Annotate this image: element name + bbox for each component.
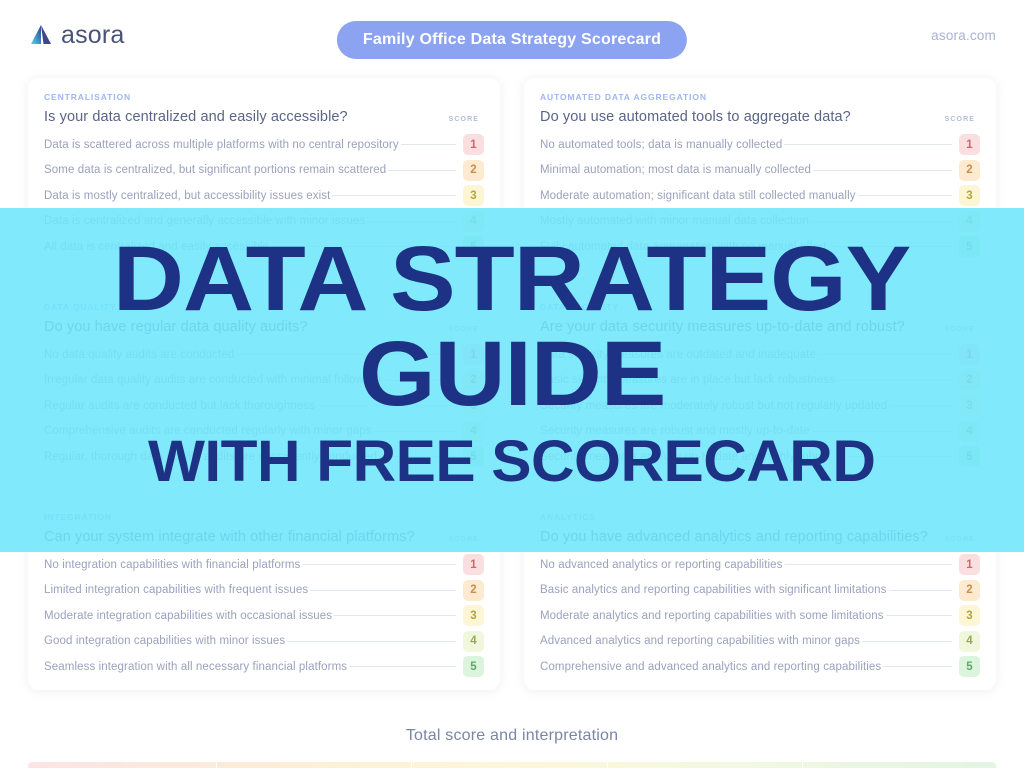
card-question: Is your data centralized and easily acce… xyxy=(44,109,348,125)
option-leader-line xyxy=(888,589,952,591)
scorecard-option-row[interactable]: Basic analytics and reporting capabiliti… xyxy=(540,578,980,604)
option-text: Comprehensive and advanced analytics and… xyxy=(540,660,882,673)
option-score-badge[interactable]: 2 xyxy=(463,579,484,601)
option-score-badge[interactable]: 2 xyxy=(463,159,484,181)
option-score-badge[interactable]: 5 xyxy=(463,656,484,678)
page-header: asora Family Office Data Strategy Scorec… xyxy=(0,0,1024,70)
scorecard-option-row[interactable]: Moderate integration capabilities with o… xyxy=(44,603,484,629)
brand-logo[interactable]: asora xyxy=(28,22,125,48)
card-category-label: CENTRALISATION xyxy=(44,92,132,102)
option-leader-line xyxy=(334,615,456,617)
scorecard-option-row[interactable]: Comprehensive and advanced analytics and… xyxy=(540,654,980,680)
option-text: Moderate analytics and reporting capabil… xyxy=(540,609,884,622)
option-text: No advanced analytics or reporting capab… xyxy=(540,558,783,571)
option-leader-line xyxy=(784,144,952,146)
option-score-badge[interactable]: 1 xyxy=(463,134,484,156)
option-score-badge[interactable]: 3 xyxy=(463,605,484,627)
option-score-badge[interactable]: 4 xyxy=(959,630,980,652)
scorecard-option-row[interactable]: Some data is centralized, but significan… xyxy=(44,158,484,184)
option-text: Data is scattered across multiple platfo… xyxy=(44,138,399,151)
card-question-row: Do you use automated tools to aggregate … xyxy=(540,109,980,125)
score-legend-strip xyxy=(28,762,996,768)
option-score-badge[interactable]: 3 xyxy=(463,185,484,207)
option-leader-line xyxy=(883,666,952,668)
scorecard-option-row[interactable]: No integration capabilities with financi… xyxy=(44,552,484,578)
option-score-badge[interactable]: 4 xyxy=(463,630,484,652)
option-leader-line xyxy=(332,195,456,197)
card-category-label: AUTOMATED DATA AGGREGATION xyxy=(540,92,707,102)
site-url-link[interactable]: asora.com xyxy=(931,28,996,43)
option-text: Moderate integration capabilities with o… xyxy=(44,609,333,622)
option-text: Advanced analytics and reporting capabil… xyxy=(540,635,860,648)
option-text: Basic analytics and reporting capabiliti… xyxy=(540,584,887,597)
option-score-badge[interactable]: 5 xyxy=(959,656,980,678)
option-leader-line xyxy=(388,169,456,171)
option-text: Minimal automation; most data is manuall… xyxy=(540,164,811,177)
page-title-pill: Family Office Data Strategy Scorecard xyxy=(336,21,688,59)
asora-triangle-logo-icon xyxy=(28,22,54,48)
scorecard-option-row[interactable]: Moderate automation; significant data st… xyxy=(540,183,980,209)
scorecard-page: asora Family Office Data Strategy Scorec… xyxy=(0,0,1024,768)
card-question: Do you use automated tools to aggregate … xyxy=(540,109,851,125)
scorecard-option-row[interactable]: Minimal automation; most data is manuall… xyxy=(540,158,980,184)
option-leader-line xyxy=(400,144,456,146)
scorecard-option-row[interactable]: Data is mostly centralized, but accessib… xyxy=(44,183,484,209)
option-leader-line xyxy=(813,169,952,171)
option-leader-line xyxy=(287,640,456,642)
total-score-title: Total score and interpretation xyxy=(405,727,619,744)
option-text: No integration capabilities with financi… xyxy=(44,558,301,571)
option-leader-line xyxy=(857,195,952,197)
option-leader-line xyxy=(302,564,456,566)
option-text: Some data is centralized, but significan… xyxy=(44,164,387,177)
option-score-badge[interactable]: 1 xyxy=(959,134,980,156)
scorecard-option-row[interactable]: Seamless integration with all necessary … xyxy=(44,654,484,680)
option-score-badge[interactable]: 2 xyxy=(959,159,980,181)
card-question-row: Is your data centralized and easily acce… xyxy=(44,109,484,125)
option-leader-line xyxy=(784,564,952,566)
card-option-list: No advanced analytics or reporting capab… xyxy=(540,552,980,680)
score-column-header: SCORE xyxy=(944,116,975,123)
option-leader-line xyxy=(349,666,456,668)
scorecard-option-row[interactable]: Data is scattered across multiple platfo… xyxy=(44,132,484,158)
option-text: Data is mostly centralized, but accessib… xyxy=(44,189,331,202)
scorecard-option-row[interactable]: Moderate analytics and reporting capabil… xyxy=(540,603,980,629)
option-score-badge[interactable]: 3 xyxy=(959,185,980,207)
option-text: No automated tools; data is manually col… xyxy=(540,138,783,151)
scorecard-option-row[interactable]: Limited integration capabilities with fr… xyxy=(44,578,484,604)
card-option-list: No integration capabilities with financi… xyxy=(44,552,484,680)
scorecard-option-row[interactable]: No automated tools; data is manually col… xyxy=(540,132,980,158)
option-text: Seamless integration with all necessary … xyxy=(44,660,348,673)
option-text: Moderate automation; significant data st… xyxy=(540,189,856,202)
option-score-badge[interactable]: 1 xyxy=(959,554,980,576)
option-leader-line xyxy=(885,615,952,617)
scorecard-option-row[interactable]: Good integration capabilities with minor… xyxy=(44,629,484,655)
brand-name: asora xyxy=(61,20,125,49)
option-leader-line xyxy=(861,640,952,642)
promo-overlay-band xyxy=(0,208,1024,552)
option-text: Good integration capabilities with minor… xyxy=(44,635,286,648)
option-text: Limited integration capabilities with fr… xyxy=(44,584,309,597)
option-score-badge[interactable]: 3 xyxy=(959,605,980,627)
option-score-badge[interactable]: 1 xyxy=(463,554,484,576)
option-leader-line xyxy=(310,589,456,591)
scorecard-option-row[interactable]: No advanced analytics or reporting capab… xyxy=(540,552,980,578)
scorecard-option-row[interactable]: Advanced analytics and reporting capabil… xyxy=(540,629,980,655)
option-score-badge[interactable]: 2 xyxy=(959,579,980,601)
score-column-header: SCORE xyxy=(448,116,479,123)
